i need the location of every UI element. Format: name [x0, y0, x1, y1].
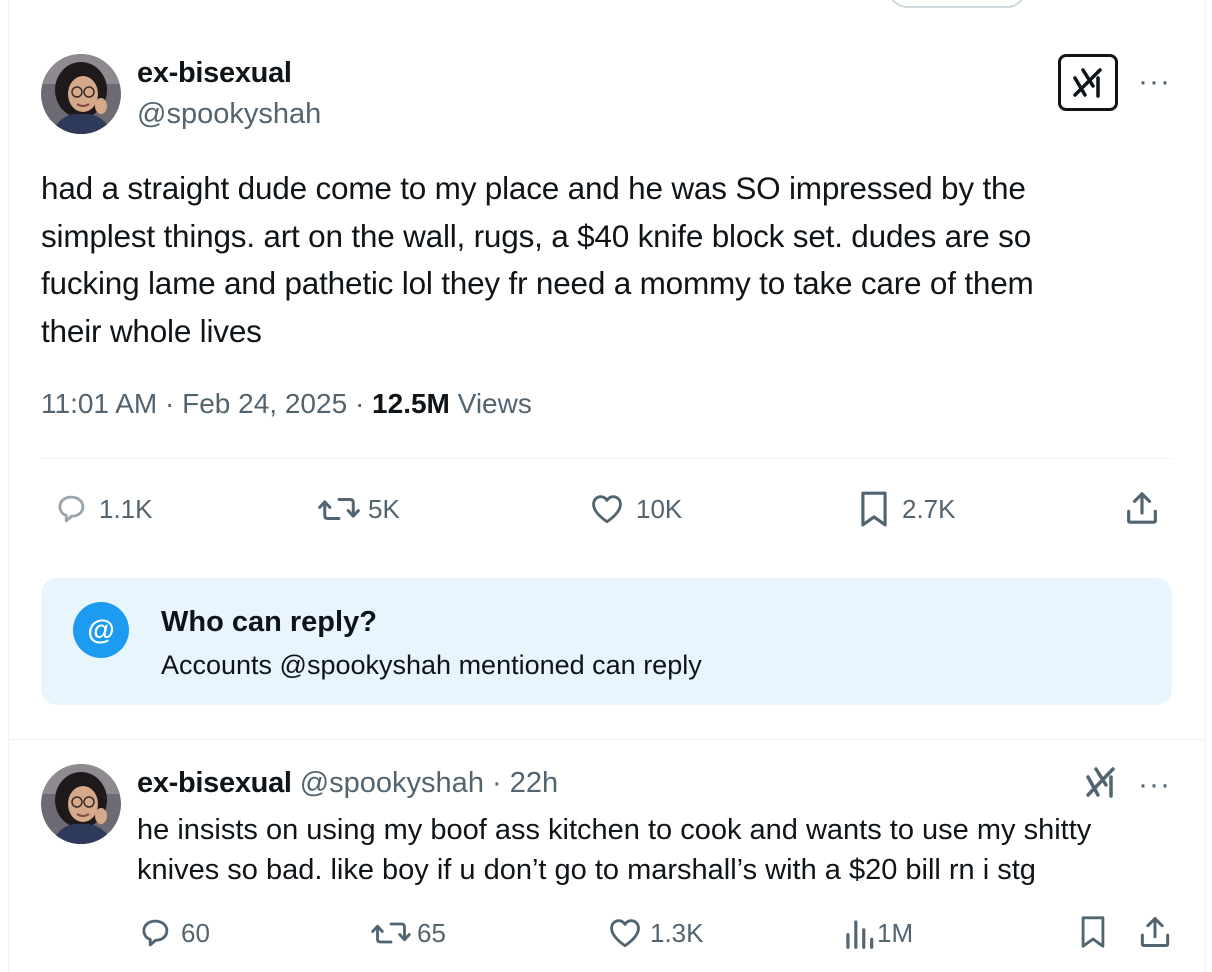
share-icon: [1140, 917, 1170, 947]
reply-text: he insists on using my boof ass kitchen …: [137, 814, 1092, 886]
reply-like-button[interactable]: 1.3K: [606, 914, 704, 952]
bookmark-button[interactable]: 2.7K: [855, 488, 956, 530]
repost-icon: [371, 922, 411, 944]
like-count: 10K: [636, 493, 683, 524]
views-icon: [846, 920, 874, 949]
top-pill-button[interactable]: [888, 0, 1026, 8]
tweet-time[interactable]: 11:01 AM: [41, 388, 157, 419]
share-icon: [1127, 492, 1157, 524]
share-button[interactable]: [1122, 488, 1162, 528]
timeline-border-left: [8, 0, 9, 972]
reply-icon: [58, 495, 85, 523]
tweet-meta: 11:01 AM · Feb 24, 2025 · 12.5M Views: [41, 388, 532, 420]
tweet-date[interactable]: Feb 24, 2025: [182, 388, 347, 419]
meta-separator: ·: [165, 388, 175, 419]
reply-views-count: 1M: [877, 917, 914, 948]
like-icon: [610, 919, 640, 948]
repost-icon: [318, 497, 360, 521]
reply-author-handle[interactable]: @spookyshah: [300, 767, 484, 799]
reply-button[interactable]: 1.1K: [52, 490, 153, 528]
reply-header: ex-bisexual @spookyshah · 22h: [137, 767, 558, 800]
mention-icon: @: [73, 602, 129, 658]
reply-author-display-name[interactable]: ex-bisexual: [137, 767, 292, 799]
timeline-border-right: [1205, 0, 1206, 972]
tweet-text: had a straight dude come to my place and…: [41, 170, 1034, 349]
reply-share-button[interactable]: [1136, 912, 1174, 952]
reply-like-count: 1.3K: [650, 917, 704, 948]
reply-restriction-title: Who can reply?: [161, 606, 377, 638]
like-button[interactable]: 10K: [587, 490, 682, 528]
reply-restriction-description: Accounts @spookyshah mentioned can reply: [161, 650, 702, 680]
reply-restriction-box: @ Who can reply? Accounts @spookyshah me…: [41, 578, 1172, 705]
reply-count: 1.1K: [99, 493, 153, 524]
reply-more-options-icon[interactable]: ···: [1138, 770, 1171, 800]
grok-icon[interactable]: [1084, 764, 1118, 800]
bookmark-icon: [861, 491, 887, 527]
avatar[interactable]: [41, 54, 121, 134]
grok-icon[interactable]: [1058, 54, 1118, 111]
views-count: 12.5M: [372, 388, 450, 419]
reply-reply-button[interactable]: 60: [136, 914, 210, 952]
bookmark-icon: [1081, 916, 1105, 948]
like-icon: [592, 495, 622, 524]
repost-count: 5K: [368, 493, 400, 524]
reply-avatar[interactable]: [41, 764, 121, 844]
reply-separator: ·: [492, 767, 502, 799]
more-options-icon[interactable]: ···: [1138, 67, 1171, 97]
reply-time[interactable]: 22h: [510, 767, 558, 799]
reply-reply-count: 60: [181, 917, 210, 948]
repost-button[interactable]: 5K: [316, 490, 400, 528]
reply-views-button[interactable]: 1M: [843, 914, 913, 952]
reply-bookmark-button[interactable]: [1076, 912, 1110, 952]
tweet-separator: [8, 739, 1206, 740]
reply-repost-count: 65: [417, 917, 446, 948]
reply-icon: [142, 919, 169, 947]
divider: [41, 458, 1172, 459]
meta-separator: ·: [354, 388, 365, 419]
reply-repost-button[interactable]: 65: [370, 914, 446, 952]
views-label: Views: [457, 388, 532, 419]
author-display-name[interactable]: ex-bisexual: [137, 57, 292, 90]
bookmark-count: 2.7K: [902, 493, 956, 524]
author-handle[interactable]: @spookyshah: [137, 98, 321, 131]
